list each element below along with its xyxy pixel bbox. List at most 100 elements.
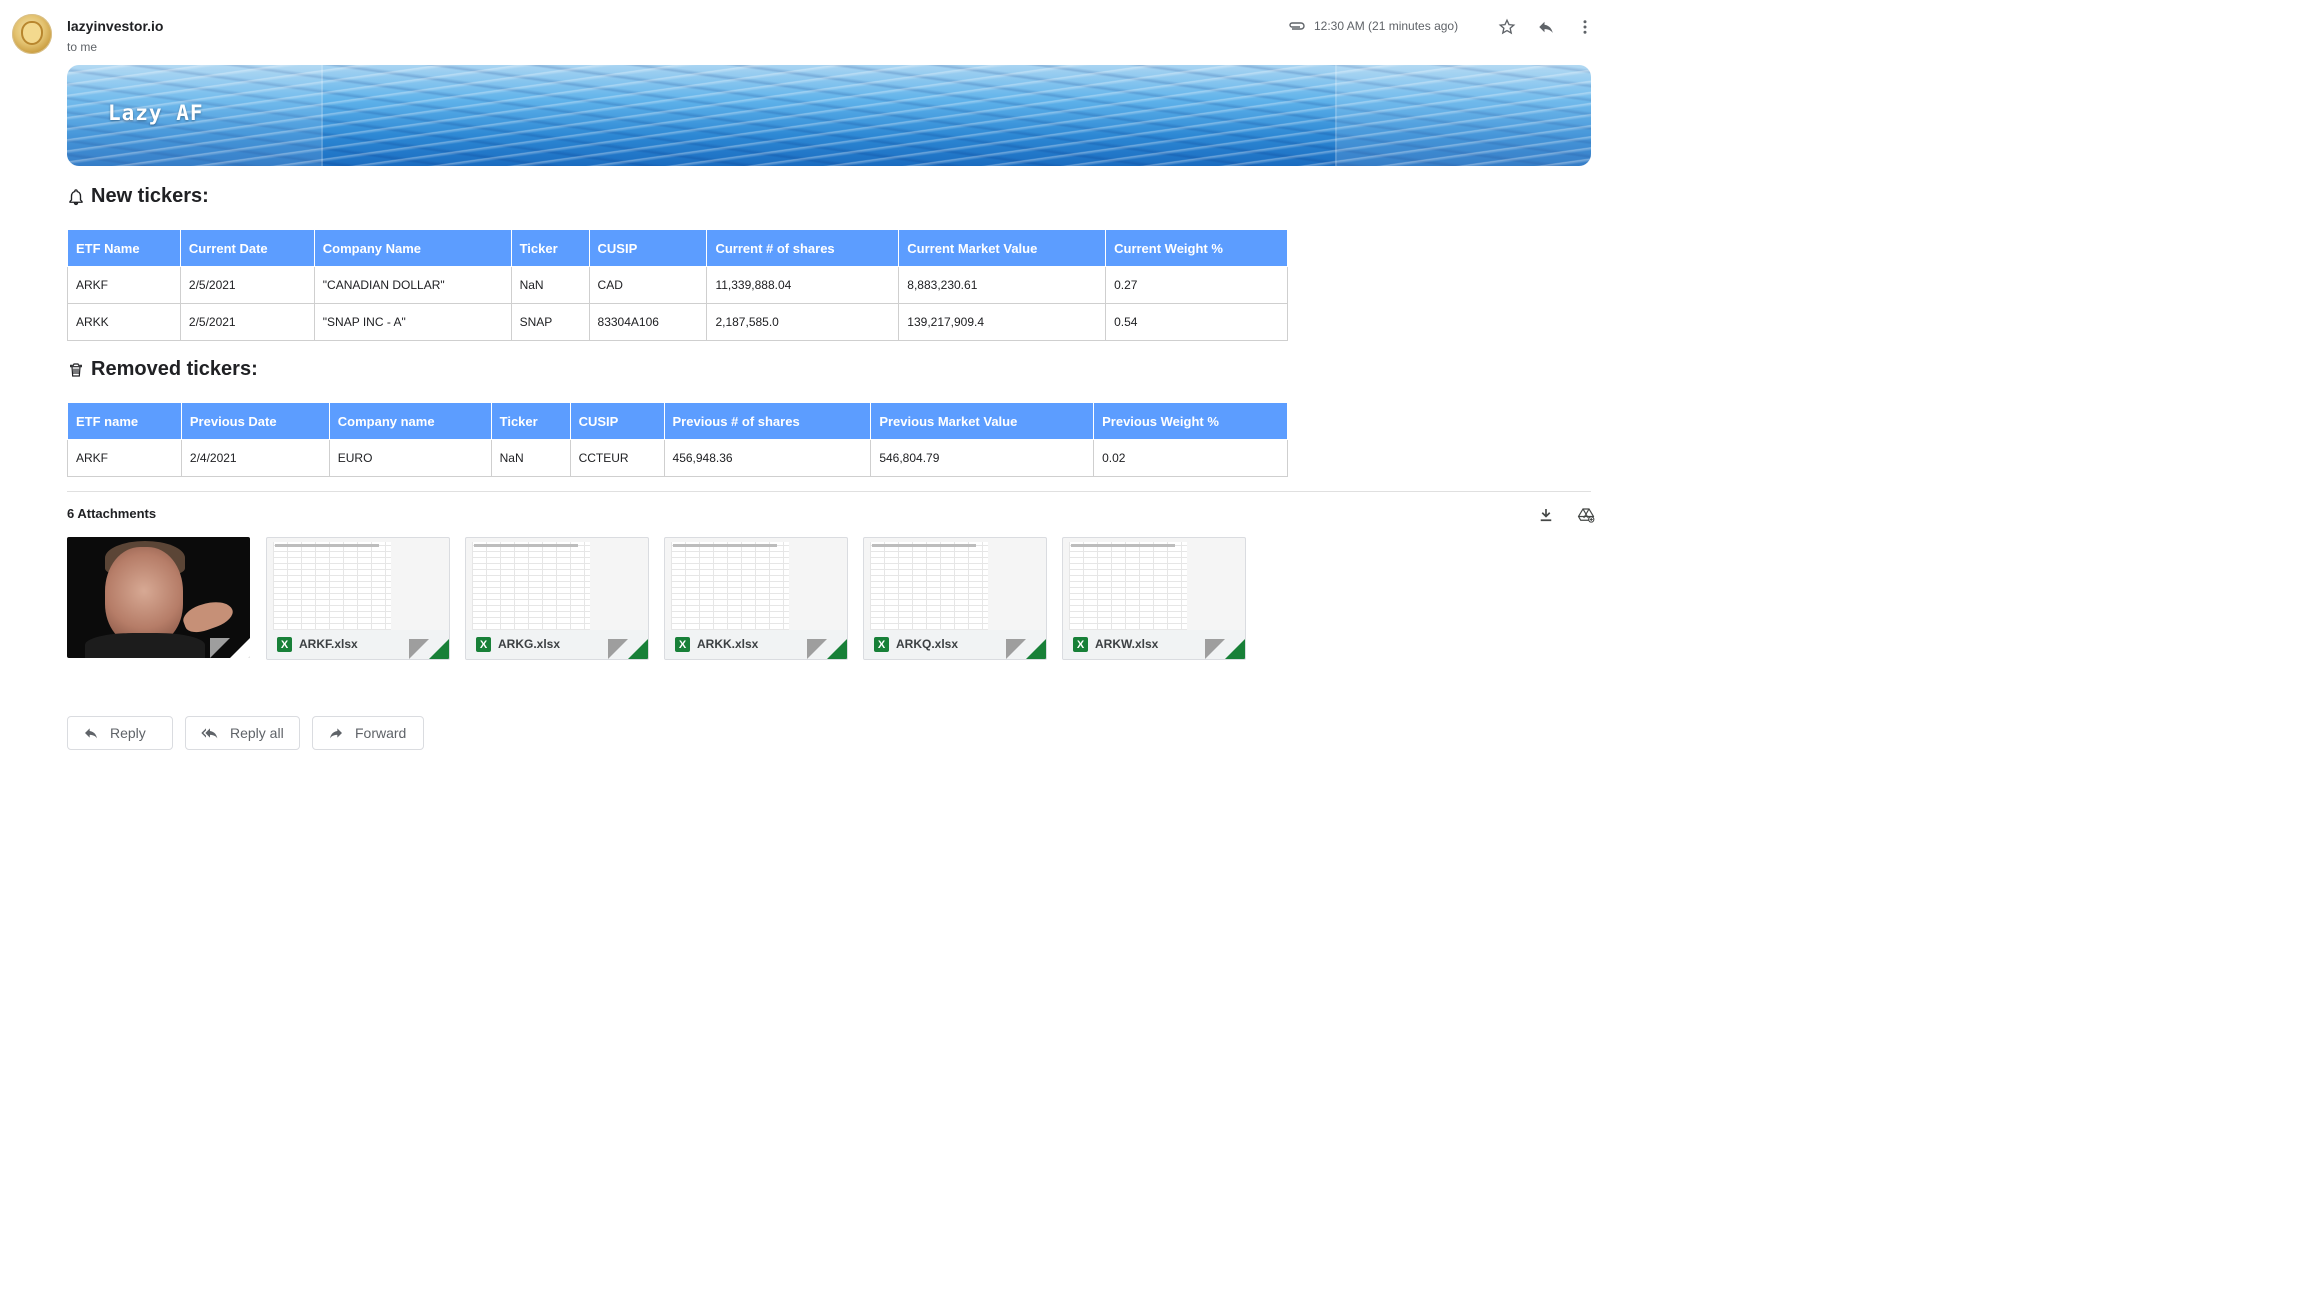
attachment-icon xyxy=(1289,22,1305,30)
new-tickers-title: New tickers: xyxy=(91,185,209,207)
table-cell: ARKK xyxy=(67,303,181,341)
column-header: Current # of shares xyxy=(706,229,900,267)
attachment-filename: ARKG.xlsx xyxy=(498,637,561,651)
reply-label: Reply xyxy=(110,725,146,741)
attachment-arkf[interactable]: X ARKF.xlsx xyxy=(266,537,450,660)
attachment-arkg[interactable]: X ARKG.xlsx xyxy=(465,537,649,660)
banner-title: Lazy AF xyxy=(108,101,204,125)
forward-button[interactable]: Forward xyxy=(312,716,424,750)
column-header: Ticker xyxy=(510,229,590,267)
reply-header-button[interactable] xyxy=(1532,13,1560,41)
table-cell: EURO xyxy=(328,439,492,477)
excel-icon: X xyxy=(675,637,690,652)
table-cell: 2,187,585.0 xyxy=(706,303,900,341)
photo-shirt xyxy=(85,633,205,658)
excel-icon: X xyxy=(874,637,889,652)
table-cell: 546,804.79 xyxy=(870,439,1095,477)
spreadsheet-preview xyxy=(671,542,789,630)
table-cell: 0.27 xyxy=(1105,266,1288,304)
spreadsheet-preview xyxy=(273,542,391,630)
spreadsheet-preview xyxy=(870,542,988,630)
table-row: ARKK 2/5/2021 "SNAP INC - A" SNAP 83304A… xyxy=(67,303,1288,341)
column-header: Company name xyxy=(328,402,492,440)
table-cell: CAD xyxy=(588,266,708,304)
star-button[interactable] xyxy=(1493,13,1521,41)
table-cell: NaN xyxy=(510,266,590,304)
doge-avatar-face xyxy=(23,23,41,43)
sender-avatar[interactable] xyxy=(12,14,52,54)
drive-add-icon xyxy=(1577,508,1595,523)
forward-label: Forward xyxy=(355,725,407,741)
star-icon xyxy=(1498,18,1516,35)
recipient-line[interactable]: to me xyxy=(67,40,97,54)
save-to-drive-button[interactable] xyxy=(1572,501,1600,529)
table-cell: "CANADIAN DOLLAR" xyxy=(313,266,512,304)
forward-icon xyxy=(330,728,342,739)
column-header: Previous # of shares xyxy=(663,402,872,440)
table-cell: 0.54 xyxy=(1105,303,1288,341)
table-cell: 11,339,888.04 xyxy=(706,266,900,304)
table-cell: 0.02 xyxy=(1093,439,1288,477)
column-header: ETF Name xyxy=(67,229,181,267)
message-time: 12:30 AM (21 minutes ago) xyxy=(1314,19,1459,33)
more-options-button[interactable] xyxy=(1571,13,1599,41)
attachments-heading: 6 Attachments xyxy=(67,506,157,521)
reply-all-icon xyxy=(201,728,218,739)
attachment-filename: ARKQ.xlsx xyxy=(896,637,959,651)
column-header: CUSIP xyxy=(588,229,708,267)
table-cell: 8,883,230.61 xyxy=(898,266,1107,304)
newsletter-banner: Lazy AF xyxy=(67,65,1591,166)
photo-face xyxy=(105,547,183,645)
table-cell: 2/5/2021 xyxy=(179,266,315,304)
reply-icon xyxy=(85,728,97,739)
table-cell: ARKF xyxy=(67,266,181,304)
new-tickers-table: ETF Name Current Date Company Name Ticke… xyxy=(67,229,1288,341)
table-cell: ARKF xyxy=(67,439,182,477)
reply-button[interactable]: Reply xyxy=(67,716,173,750)
new-tickers-heading: New tickers: xyxy=(67,185,209,208)
excel-icon: X xyxy=(476,637,491,652)
table-row: ARKF 2/4/2021 EURO NaN CCTEUR 456,948.36… xyxy=(67,439,1288,477)
download-icon xyxy=(1540,509,1552,522)
removed-tickers-title: Removed tickers: xyxy=(91,358,258,380)
table-cell: 83304A106 xyxy=(588,303,708,341)
table-cell: 2/4/2021 xyxy=(180,439,330,477)
table-cell: 139,217,909.4 xyxy=(898,303,1107,341)
table-header-row: ETF Name Current Date Company Name Ticke… xyxy=(67,229,1288,267)
removed-tickers-table: ETF name Previous Date Company name Tick… xyxy=(67,402,1288,477)
attachment-filename: ARKK.xlsx xyxy=(697,637,759,651)
spreadsheet-preview xyxy=(1069,542,1187,630)
spreadsheet-preview xyxy=(472,542,590,630)
image-attachment-thumbnail[interactable] xyxy=(67,537,250,658)
table-cell: 2/5/2021 xyxy=(179,303,315,341)
attachments-divider xyxy=(67,491,1591,492)
reply-all-label: Reply all xyxy=(230,725,284,741)
column-header: Previous Date xyxy=(180,402,330,440)
column-header: Current Weight % xyxy=(1105,229,1288,267)
column-header: ETF name xyxy=(67,402,182,440)
table-cell: 456,948.36 xyxy=(663,439,872,477)
table-cell: "SNAP INC - A" xyxy=(313,303,512,341)
sender-name[interactable]: lazyinvestor.io xyxy=(67,18,163,34)
table-row: ARKF 2/5/2021 "CANADIAN DOLLAR" NaN CAD … xyxy=(67,266,1288,304)
table-cell: NaN xyxy=(490,439,571,477)
attachment-arkw[interactable]: X ARKW.xlsx xyxy=(1062,537,1246,660)
download-all-button[interactable] xyxy=(1532,501,1560,529)
attachment-arkq[interactable]: X ARKQ.xlsx xyxy=(863,537,1047,660)
excel-icon: X xyxy=(277,637,292,652)
attachment-arkk[interactable]: X ARKK.xlsx xyxy=(664,537,848,660)
trash-icon xyxy=(67,360,85,380)
excel-icon: X xyxy=(1073,637,1088,652)
reply-all-button[interactable]: Reply all xyxy=(185,716,300,750)
table-header-row: ETF name Previous Date Company name Tick… xyxy=(67,402,1288,440)
table-cell: CCTEUR xyxy=(569,439,665,477)
photo-pointing-hand xyxy=(180,595,236,637)
column-header: CUSIP xyxy=(569,402,665,440)
more-vert-icon xyxy=(1583,20,1587,34)
column-header: Previous Weight % xyxy=(1093,402,1288,440)
bell-icon xyxy=(67,187,85,207)
removed-tickers-heading: Removed tickers: xyxy=(67,358,258,381)
column-header: Company Name xyxy=(313,229,512,267)
column-header: Previous Market Value xyxy=(870,402,1095,440)
column-header: Ticker xyxy=(490,402,571,440)
